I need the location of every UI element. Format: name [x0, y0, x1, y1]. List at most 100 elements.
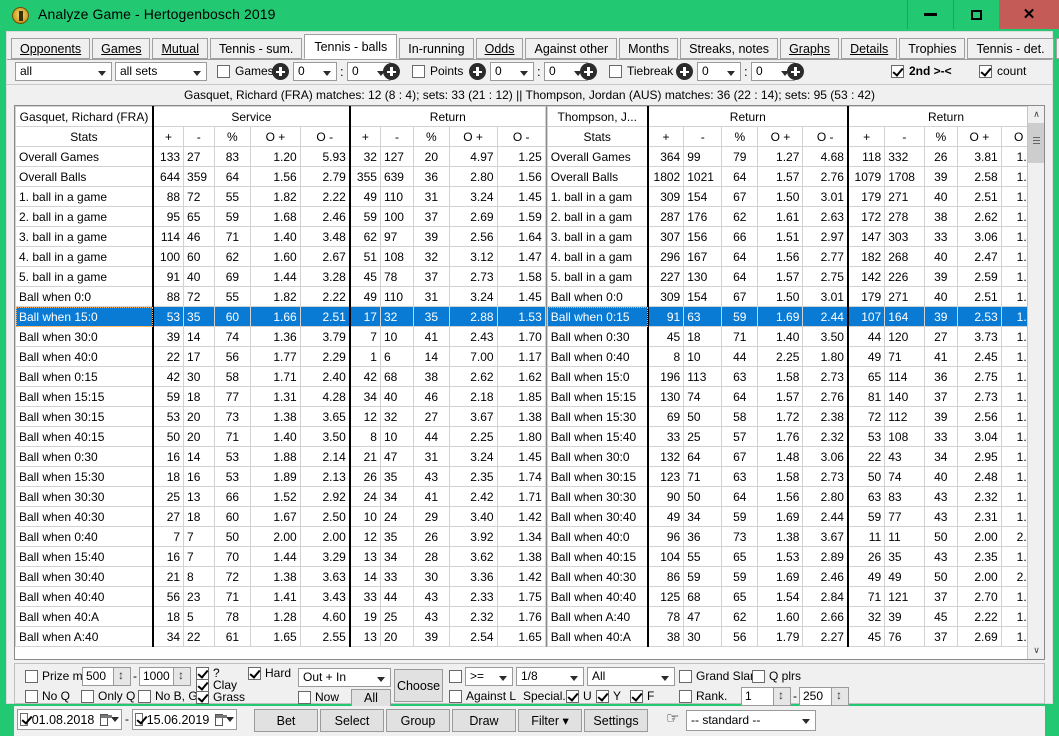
- tab-games[interactable]: Games: [92, 38, 150, 59]
- table-row[interactable]: Ball when 0:08872551.822.2249110313.241.…: [16, 287, 546, 307]
- no-q-checkbox[interactable]: [25, 690, 38, 703]
- games-plus-button[interactable]: [272, 63, 289, 80]
- prize-from-spin-buttons[interactable]: [113, 668, 130, 685]
- rank-from-spin-buttons[interactable]: [773, 688, 790, 705]
- table-row[interactable]: Ball when 40:405623711.413.433344432.331…: [16, 587, 546, 607]
- bet-button[interactable]: Bet: [254, 709, 318, 732]
- table-row[interactable]: Ball when 30:404934591.692.445977432.311…: [547, 507, 1043, 527]
- tiebreak-from-select[interactable]: 0: [697, 62, 741, 81]
- tab-against-other[interactable]: Against other: [525, 38, 617, 59]
- all-button[interactable]: All: [351, 689, 391, 707]
- category-select[interactable]: All: [587, 667, 675, 686]
- date-from-field[interactable]: 01.08.2018: [17, 709, 122, 730]
- col-header-4[interactable]: O -: [300, 127, 350, 147]
- table-row[interactable]: Ball when 40:155020711.403.50810442.251.…: [16, 427, 546, 447]
- tab-months[interactable]: Months: [619, 38, 678, 59]
- col-header-7[interactable]: %: [924, 127, 958, 147]
- table-row[interactable]: 2. ball in a gam287176621.612.6317227838…: [547, 207, 1043, 227]
- tab-opponents[interactable]: Opponents: [11, 38, 90, 59]
- table-row[interactable]: Ball when 0:304518711.403.5044120273.731…: [547, 327, 1043, 347]
- tiebreak-checkbox[interactable]: [609, 65, 622, 78]
- table-row[interactable]: Ball when 30:03914741.363.79710412.431.7…: [16, 327, 546, 347]
- table-row[interactable]: Ball when 0:154230581.712.404268382.621.…: [16, 367, 546, 387]
- table-row[interactable]: Ball when 30:302513661.522.922434412.421…: [16, 487, 546, 507]
- col-header-4[interactable]: O -: [803, 127, 848, 147]
- col-header-7[interactable]: %: [414, 127, 449, 147]
- prize-from-spinner[interactable]: 500: [82, 667, 131, 686]
- table-row[interactable]: 2. ball in a game9565591.682.4659100372.…: [16, 207, 546, 227]
- cmp-checkbox[interactable]: [449, 670, 462, 683]
- table-row[interactable]: Ball when 40:308659591.692.464949502.002…: [547, 567, 1043, 587]
- prize-money-checkbox[interactable]: [25, 670, 38, 683]
- tiebreak-plus-button[interactable]: [676, 63, 693, 80]
- scope-select[interactable]: all: [15, 62, 112, 81]
- table-row[interactable]: Ball when 15:40167701.443.291334283.621.…: [16, 547, 546, 567]
- col-header-6[interactable]: -: [380, 127, 413, 147]
- table-row[interactable]: Ball when 40:A185781.284.601925432.321.7…: [16, 607, 546, 627]
- venue-select[interactable]: Out + In: [298, 668, 391, 687]
- col-header-0[interactable]: +: [153, 127, 184, 147]
- draw-button[interactable]: Draw: [452, 709, 516, 732]
- table-row[interactable]: 4. ball in a game10060621.602.6751108323…: [16, 247, 546, 267]
- choose-button[interactable]: Choose: [394, 669, 443, 702]
- table-row[interactable]: Ball when 40:302718601.672.501024293.401…: [16, 507, 546, 527]
- grid-vertical-scrollbar[interactable]: ∧ ∨: [1027, 106, 1044, 659]
- surface-grass-checkbox[interactable]: [196, 691, 209, 704]
- table-row[interactable]: 1. ball in a gam309154671.503.0117927140…: [547, 187, 1043, 207]
- prize-to-spinner[interactable]: 1000: [139, 667, 191, 686]
- scroll-up-button[interactable]: ∧: [1028, 106, 1045, 123]
- prize-to-spin-buttons[interactable]: [173, 668, 190, 685]
- tab-in-running[interactable]: In-running: [399, 38, 473, 59]
- rank-checkbox[interactable]: [679, 690, 692, 703]
- rank-to-spin-buttons[interactable]: [831, 688, 848, 705]
- rank-to-spinner[interactable]: 250: [799, 687, 849, 706]
- tab-odds[interactable]: Odds: [476, 38, 524, 59]
- table-row[interactable]: 3. ball in a game11446711.403.486297392.…: [16, 227, 546, 247]
- tab-mutual[interactable]: Mutual: [152, 38, 208, 59]
- col-header-8[interactable]: O +: [449, 127, 497, 147]
- y-checkbox[interactable]: [596, 690, 609, 703]
- table-row[interactable]: Ball when 0:159163591.692.44107164392.53…: [547, 307, 1043, 327]
- table-row[interactable]: Overall Balls644359641.562.79355639362.8…: [16, 167, 546, 187]
- games-checkbox[interactable]: [217, 65, 230, 78]
- q-plrs-checkbox[interactable]: [752, 670, 765, 683]
- table-row[interactable]: Ball when 15:1513074641.572.7681140372.7…: [547, 387, 1043, 407]
- points-plus2-button[interactable]: [580, 63, 597, 80]
- against-l-checkbox[interactable]: [449, 690, 462, 703]
- table-row[interactable]: Ball when 0:40810442.251.804971412.451.6…: [547, 347, 1043, 367]
- tab-details[interactable]: Details: [841, 38, 897, 59]
- table-row[interactable]: Ball when 40:09636731.383.671111502.002.…: [547, 527, 1043, 547]
- no-bg-checkbox[interactable]: [138, 690, 151, 703]
- settings-button[interactable]: Settings: [584, 709, 648, 732]
- table-row[interactable]: Ball when 0:301614531.882.142147313.241.…: [16, 447, 546, 467]
- table-row[interactable]: Ball when 30:1512371631.582.735074402.48…: [547, 467, 1043, 487]
- tab-graphs[interactable]: Graphs: [780, 38, 839, 59]
- tab-trophies[interactable]: Trophies: [899, 38, 965, 59]
- col-header-9[interactable]: O -: [497, 127, 545, 147]
- col-header-5[interactable]: +: [848, 127, 885, 147]
- scroll-thumb[interactable]: [1028, 123, 1045, 163]
- table-row[interactable]: 3. ball in a gam307156661.512.9714730333…: [547, 227, 1043, 247]
- scroll-down-button[interactable]: ∨: [1028, 642, 1045, 659]
- table-row[interactable]: Ball when 15:306950581.722.3872112392.56…: [547, 407, 1043, 427]
- points-from-select[interactable]: 0: [490, 62, 534, 81]
- maximize-button[interactable]: [953, 0, 999, 29]
- tab-tennis-sum[interactable]: Tennis - sum.: [210, 38, 302, 59]
- table-row[interactable]: Ball when 30:40218721.383.631433303.361.…: [16, 567, 546, 587]
- tiebreak-plus2-button[interactable]: [787, 63, 804, 80]
- table-row[interactable]: Ball when 15:0196113631.582.7365114362.7…: [547, 367, 1043, 387]
- date-to-checkbox[interactable]: [135, 713, 143, 726]
- tab-streaks-notes[interactable]: Streaks, notes: [680, 38, 778, 59]
- games-from-select[interactable]: 0: [293, 62, 337, 81]
- select-button[interactable]: Select: [320, 709, 384, 732]
- grand-slam-checkbox[interactable]: [679, 670, 692, 683]
- col-header-1[interactable]: -: [684, 127, 722, 147]
- col-header-6[interactable]: -: [885, 127, 924, 147]
- col-header-3[interactable]: O +: [251, 127, 300, 147]
- sets-select[interactable]: all sets: [115, 62, 207, 81]
- count-checkbox[interactable]: [979, 65, 992, 78]
- table-row[interactable]: Overall Balls18021021641.572.76107917083…: [547, 167, 1043, 187]
- table-row[interactable]: Ball when 30:013264671.483.062243342.951…: [547, 447, 1043, 467]
- games-plus2-button[interactable]: [383, 63, 400, 80]
- table-row[interactable]: Ball when A:407847621.602.663239452.221.…: [547, 607, 1043, 627]
